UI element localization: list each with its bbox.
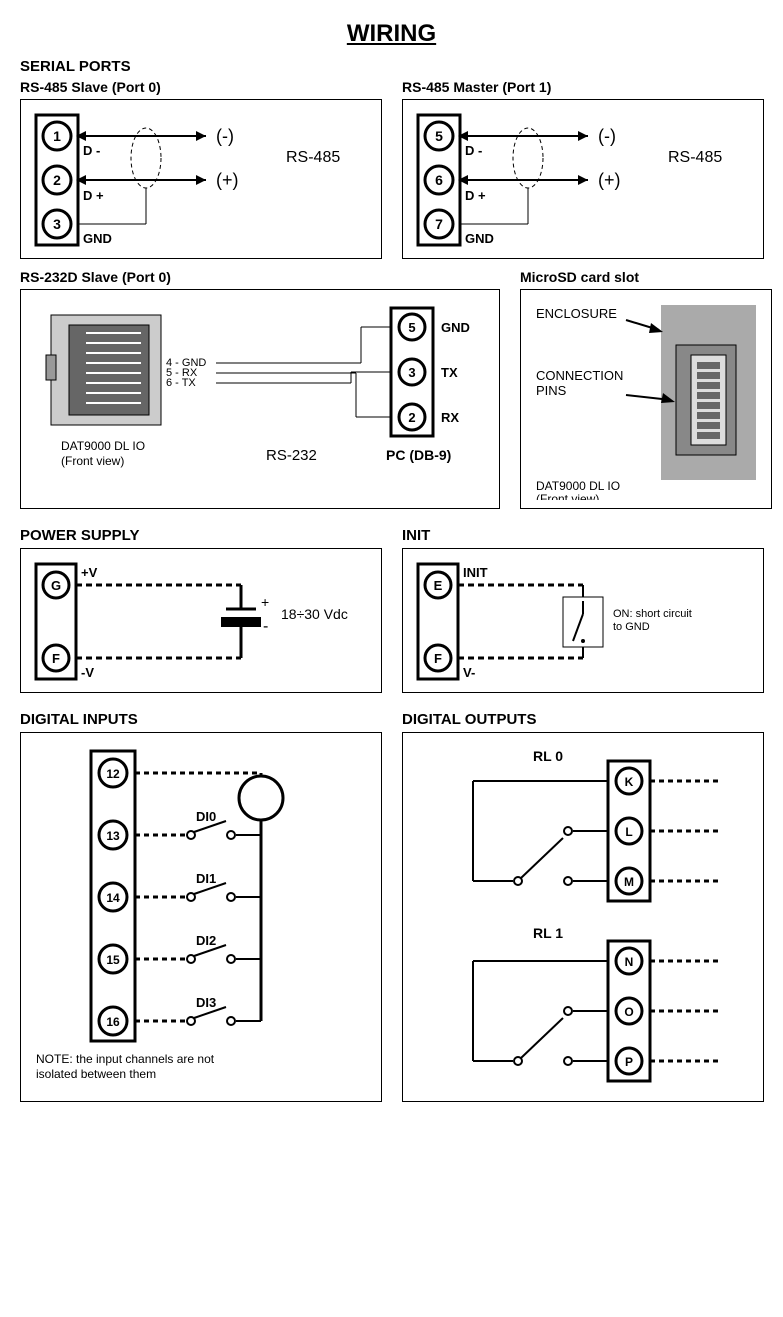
svg-text:V-: V- <box>463 665 475 680</box>
svg-text:PC (DB-9): PC (DB-9) <box>386 447 451 463</box>
svg-text:7: 7 <box>435 216 443 232</box>
svg-text:(-): (-) <box>216 126 234 146</box>
svg-text:L: L <box>625 825 632 839</box>
svg-text:O: O <box>624 1005 633 1019</box>
svg-text:to GND: to GND <box>613 621 650 633</box>
power-heading: POWER SUPPLY <box>20 527 382 544</box>
svg-text:13: 13 <box>106 829 120 843</box>
svg-text:DI0: DI0 <box>196 809 216 824</box>
svg-text:E: E <box>434 578 443 593</box>
svg-text:14: 14 <box>106 891 120 905</box>
svg-text:NOTE: the input channels are n: NOTE: the input channels are not <box>36 1052 215 1066</box>
svg-text:+V: +V <box>81 565 98 580</box>
svg-text:(+): (+) <box>598 170 621 190</box>
svg-text:ENCLOSURE: ENCLOSURE <box>536 306 617 321</box>
svg-text:18÷30 Vdc: 18÷30 Vdc <box>281 606 348 622</box>
svg-text:P: P <box>625 1055 633 1069</box>
svg-text:3: 3 <box>408 365 415 380</box>
power-diagram: G F +V -V + - 18÷30 Vdc <box>31 559 371 684</box>
svg-text:K: K <box>625 775 634 789</box>
svg-text:RS-485: RS-485 <box>668 149 722 166</box>
svg-text:RX: RX <box>441 410 459 425</box>
digital-inputs-heading: DIGITAL INPUTS <box>20 711 382 728</box>
rs485-slave-diagram: 1 2 3 D - D + GND (-) (+) <box>31 110 371 250</box>
svg-text:2: 2 <box>408 410 415 425</box>
digital-outputs-diagram: RL 0 K L M RL 1 <box>413 743 753 1093</box>
svg-text:DI3: DI3 <box>196 995 216 1010</box>
svg-text:D +: D + <box>83 188 104 203</box>
svg-text:(Front view): (Front view) <box>61 454 124 468</box>
svg-text:6: 6 <box>435 172 443 188</box>
svg-text:RS-485: RS-485 <box>286 149 340 166</box>
svg-text:3: 3 <box>53 216 61 232</box>
init-heading: INIT <box>402 527 764 544</box>
svg-text:2: 2 <box>53 172 61 188</box>
svg-text:D +: D + <box>465 188 486 203</box>
svg-text:DI1: DI1 <box>196 871 216 886</box>
svg-text:5: 5 <box>435 128 443 144</box>
digital-inputs-diagram: 12 13 14 15 16 DI0 <box>31 743 371 1093</box>
svg-text:M: M <box>624 875 634 889</box>
svg-text:RL 0: RL 0 <box>533 748 563 764</box>
svg-text:INIT: INIT <box>463 565 488 580</box>
svg-text:DAT9000 DL IO: DAT9000 DL IO <box>536 479 620 493</box>
microsd-diagram: ENCLOSURE CONNECTION PINS DAT9000 DL IO … <box>531 300 761 500</box>
rs232-title: RS-232D Slave (Port 0) <box>20 269 500 285</box>
svg-text:RS-232: RS-232 <box>266 447 317 464</box>
digital-outputs-heading: DIGITAL OUTPUTS <box>402 711 764 728</box>
svg-text:5: 5 <box>408 320 415 335</box>
svg-text:-: - <box>263 618 268 635</box>
init-diagram: E F INIT V- ON: short circuit to GND <box>413 559 753 684</box>
svg-text:N: N <box>625 955 634 969</box>
svg-text:DAT9000 DL IO: DAT9000 DL IO <box>61 439 145 453</box>
svg-text:F: F <box>52 651 60 666</box>
svg-text:RL 1: RL 1 <box>533 925 563 941</box>
svg-text:(-): (-) <box>598 126 616 146</box>
svg-text:D -: D - <box>465 143 482 158</box>
svg-text:ON: short circuit: ON: short circuit <box>613 608 692 620</box>
svg-text:12: 12 <box>106 767 120 781</box>
rs232-diagram: 1 2 3 4 - GND 5 - RX 6 - TX 7 8 5 3 2 <box>31 300 491 500</box>
svg-text:15: 15 <box>106 953 120 967</box>
serial-ports-heading: SERIAL PORTS <box>20 58 763 75</box>
svg-text:DI2: DI2 <box>196 933 216 948</box>
svg-text:-V: -V <box>81 665 94 680</box>
svg-text:D -: D - <box>83 143 100 158</box>
rs485-master-diagram: 5 6 7 D - D + GND (-) (+) RS-485 <box>413 110 753 250</box>
svg-text:TX: TX <box>441 365 458 380</box>
svg-text:isolated between them: isolated between them <box>36 1067 156 1081</box>
microsd-title: MicroSD card slot <box>520 269 772 285</box>
svg-text:16: 16 <box>106 1015 120 1029</box>
svg-text:(+): (+) <box>216 170 239 190</box>
svg-text:(Front view): (Front view) <box>536 492 599 500</box>
svg-text:GND: GND <box>441 320 470 335</box>
svg-text:1: 1 <box>53 128 61 144</box>
svg-text:CONNECTION: CONNECTION <box>536 368 623 383</box>
rs485-slave-title: RS-485 Slave (Port 0) <box>20 79 382 95</box>
svg-text:+: + <box>261 594 269 610</box>
rs485-master-title: RS-485 Master (Port 1) <box>402 79 764 95</box>
svg-text:GND: GND <box>465 231 494 246</box>
svg-text:F: F <box>434 651 442 666</box>
svg-text:PINS: PINS <box>536 383 567 398</box>
svg-text:GND: GND <box>83 231 112 246</box>
svg-text:8: 8 <box>166 397 172 409</box>
page-title: WIRING <box>20 20 763 48</box>
svg-text:G: G <box>51 578 61 593</box>
